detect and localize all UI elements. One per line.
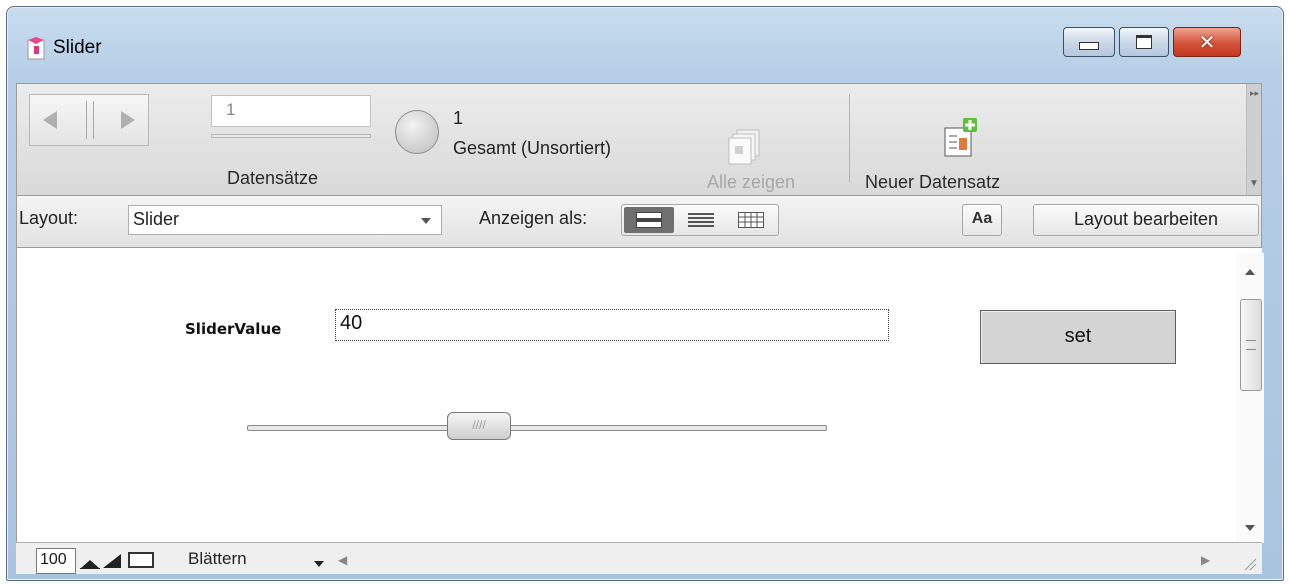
toolbar-scroll[interactable]: ▸▸ ▼	[1246, 84, 1261, 195]
close-button[interactable]: ✕	[1173, 27, 1241, 57]
found-count: 1	[453, 108, 464, 128]
view-mode-group	[621, 204, 779, 236]
zoom-out-icon[interactable]	[80, 551, 100, 569]
record-book-navigator[interactable]	[29, 94, 149, 146]
layout-label: Layout:	[19, 208, 79, 228]
layout-bar: Layout: Slider Anzeigen als: Aa Layout b…	[16, 196, 1262, 248]
records-label: Datensätze	[227, 168, 319, 188]
list-view-icon	[688, 213, 714, 227]
mode-dropdown[interactable]: Blättern	[188, 549, 358, 575]
grip-icon	[1246, 340, 1256, 350]
slider-value-label: SliderValue	[185, 320, 282, 338]
record-content: SliderValue 40 set ////	[16, 248, 1262, 542]
form-view-button[interactable]	[624, 207, 674, 233]
minimize-button[interactable]	[1063, 27, 1115, 57]
status-toolbar-toggle-icon[interactable]	[128, 552, 154, 568]
set-button[interactable]: set	[980, 310, 1176, 364]
scroll-up-icon[interactable]	[1245, 269, 1255, 275]
maximize-button[interactable]	[1119, 27, 1169, 57]
show-all-button[interactable]: Alle zeigen	[707, 172, 795, 193]
maximize-icon	[1136, 35, 1152, 49]
minimize-icon	[1079, 42, 1099, 50]
toolbar-collapse-icon[interactable]: ▼	[1249, 178, 1259, 189]
view-as-label: Anzeigen als:	[479, 208, 588, 228]
zoom-level[interactable]: 100	[36, 548, 76, 574]
chevron-down-icon	[421, 218, 431, 224]
scrollbar-thumb[interactable]	[1240, 299, 1262, 391]
close-icon: ✕	[1198, 30, 1216, 54]
new-record-icon	[944, 118, 977, 157]
toolbar-separator	[849, 94, 850, 182]
new-record-button[interactable]: Neuer Datensatz	[865, 172, 1000, 193]
record-number-input[interactable]: 1	[211, 95, 371, 127]
chevron-down-icon	[314, 561, 324, 567]
slider-track[interactable]	[247, 425, 827, 431]
filemaker-app-icon	[27, 37, 45, 60]
found-status: Gesamt (Unsortiert)	[453, 138, 612, 158]
window-title: Slider	[53, 37, 102, 58]
scroll-right-icon[interactable]: ▶	[1201, 553, 1210, 567]
slider-value-field[interactable]: 40	[335, 309, 889, 341]
previous-record-icon[interactable]	[43, 111, 57, 129]
layout-dropdown-value: Slider	[133, 209, 180, 229]
status-bar: 100 Blättern ◀ ▶	[16, 542, 1262, 574]
scroll-down-icon[interactable]	[1245, 525, 1255, 531]
mode-dropdown-value: Blättern	[188, 549, 247, 568]
book-spine-icon	[86, 101, 94, 139]
next-record-icon[interactable]	[121, 111, 135, 129]
show-all-icon	[728, 129, 760, 165]
list-view-button[interactable]	[676, 207, 726, 233]
resize-grip-icon[interactable]	[1241, 555, 1257, 571]
form-view-icon	[636, 212, 662, 228]
zoom-in-icon[interactable]	[102, 551, 122, 569]
scroll-left-icon[interactable]: ◀	[338, 553, 347, 567]
layout-dropdown[interactable]: Slider	[128, 205, 442, 235]
vertical-scrollbar[interactable]	[1236, 253, 1264, 543]
app-window: Slider ✕ 1 Datensätze 1 Gesamt (Unsortie…	[6, 6, 1284, 581]
record-slider[interactable]	[211, 134, 371, 138]
status-toolbar: 1 Datensätze 1 Gesamt (Unsortiert) Alle …	[16, 83, 1262, 196]
format-bar-button[interactable]: Aa	[962, 204, 1002, 236]
table-view-icon	[738, 212, 764, 228]
edit-layout-button[interactable]: Layout bearbeiten	[1033, 204, 1259, 236]
toolbar-expand-icon[interactable]: ▸▸	[1250, 88, 1259, 99]
slider-thumb[interactable]: ////	[447, 412, 511, 440]
table-view-button[interactable]	[726, 207, 776, 233]
found-set-pie-icon	[395, 110, 439, 154]
